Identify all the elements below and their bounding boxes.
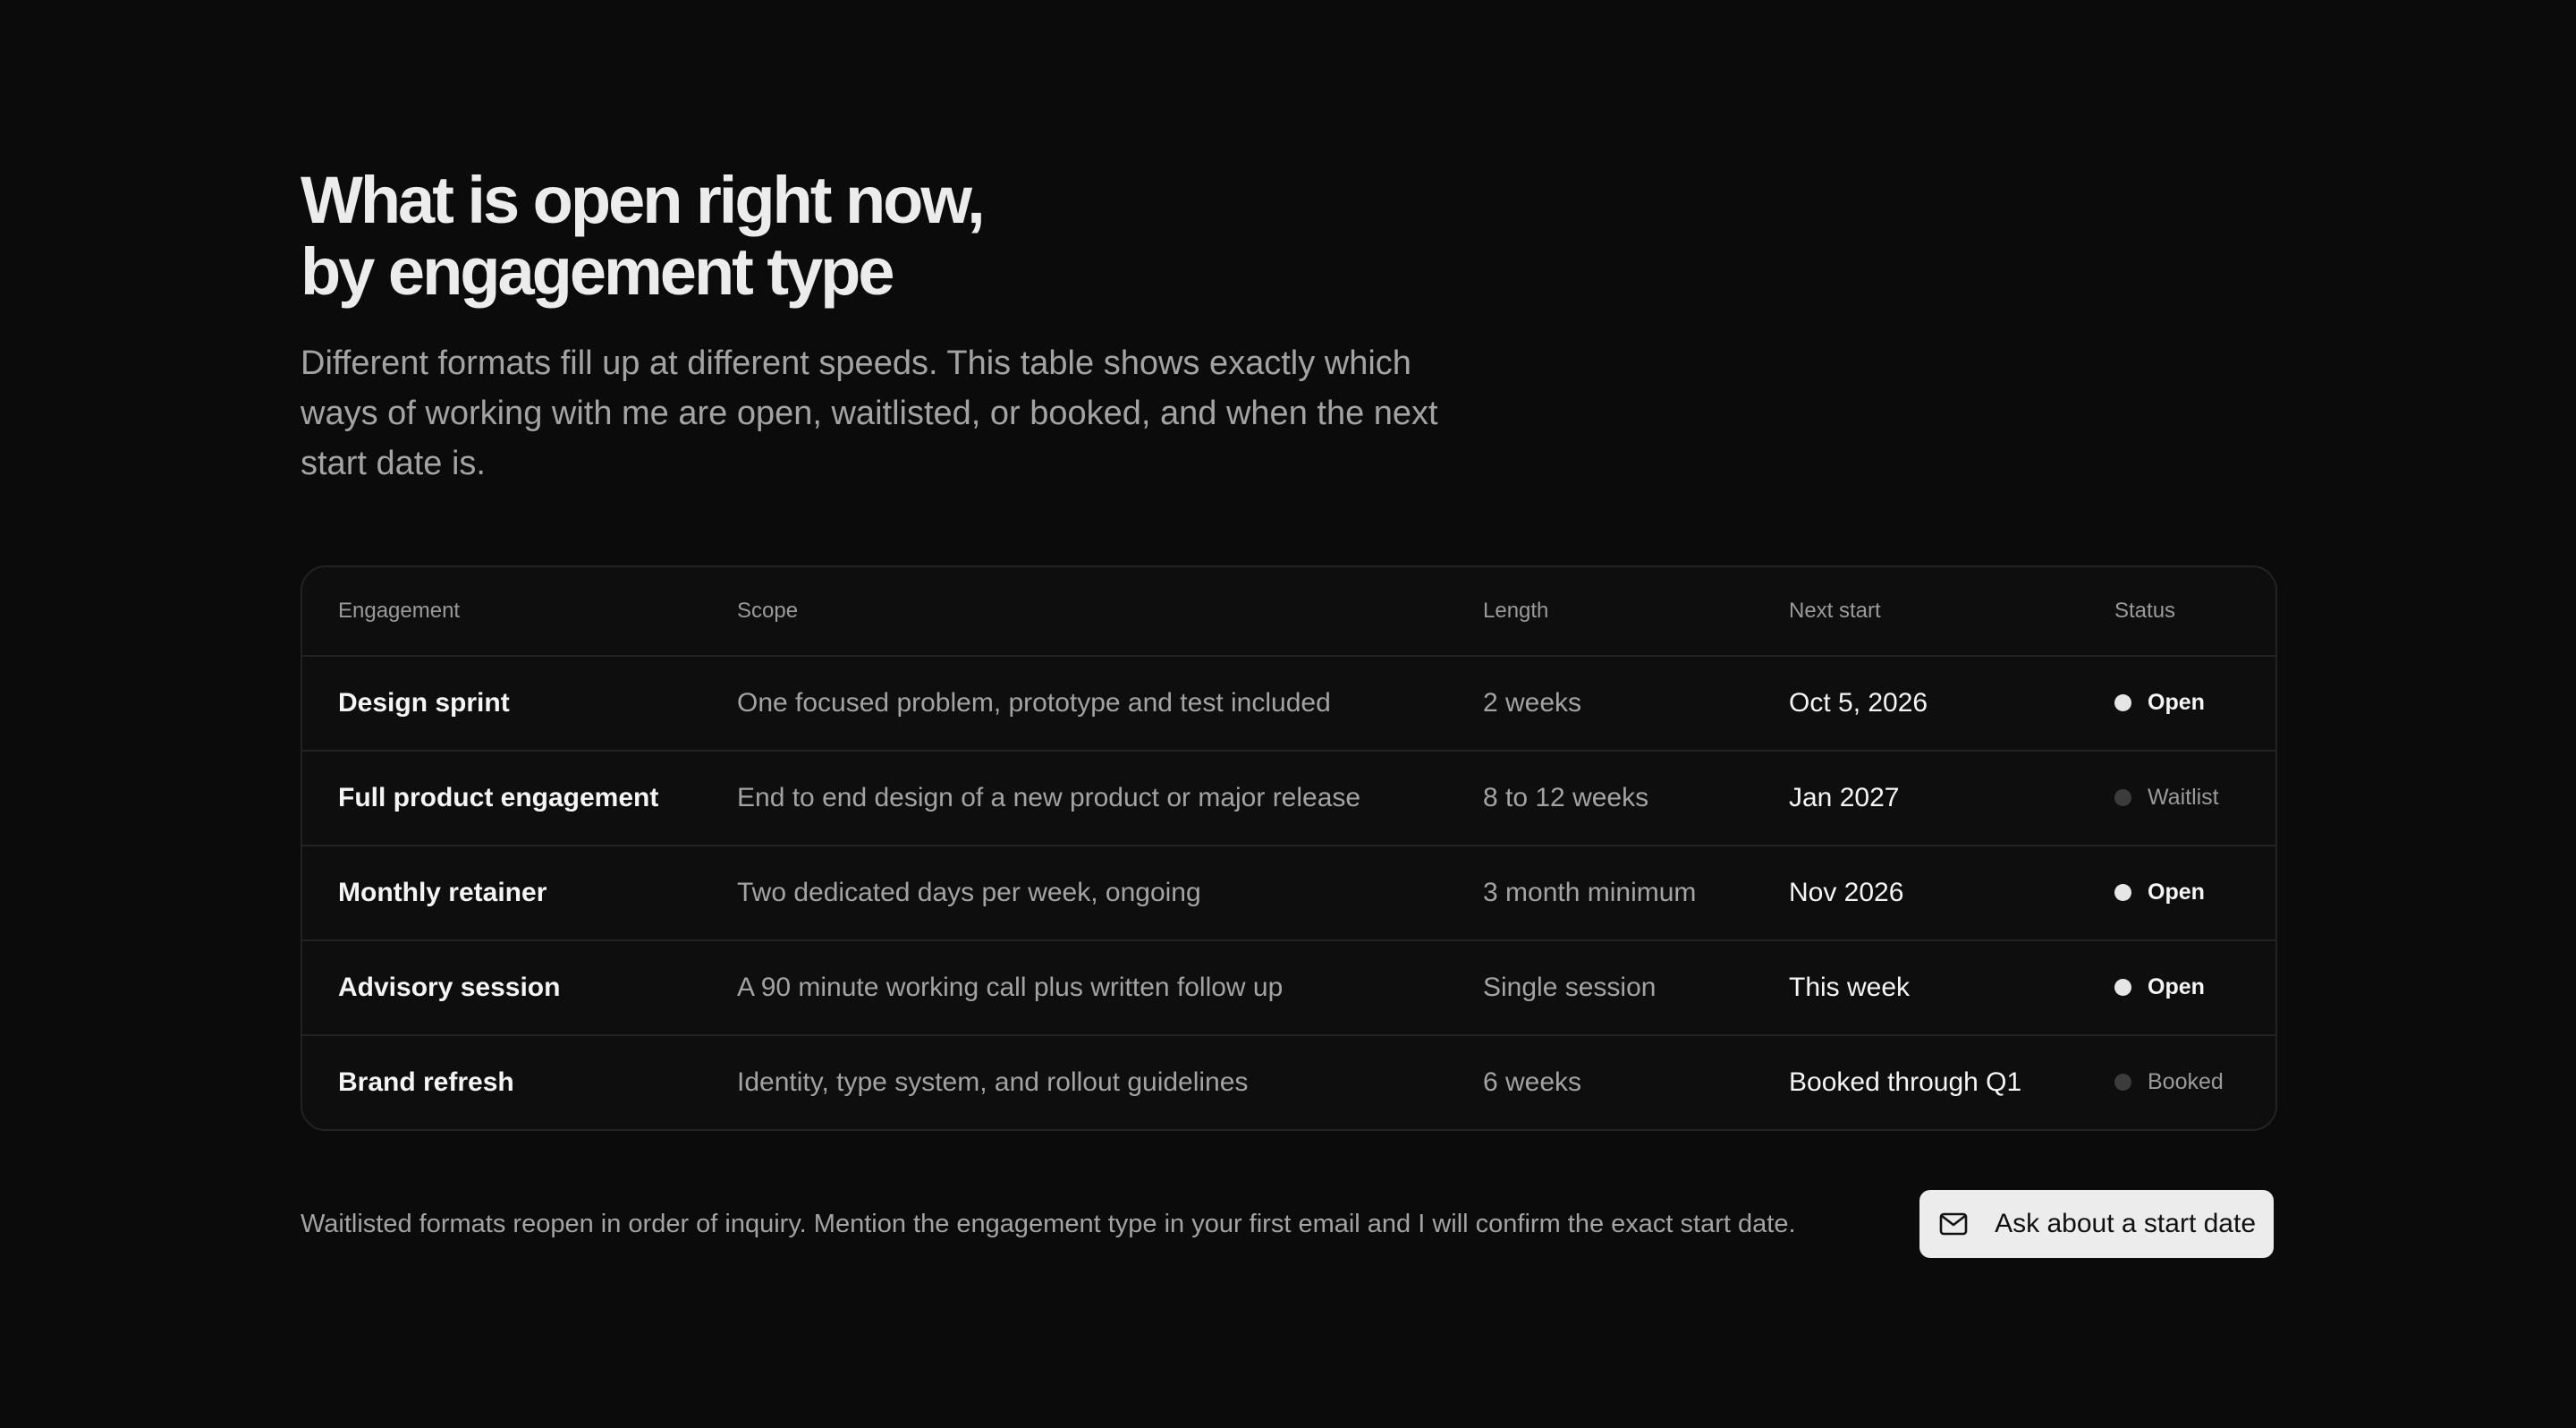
mail-icon [1939,1212,1968,1236]
next-start-cell: Booked through Q1 [1789,1067,2022,1097]
next-start-cell: Nov 2026 [1753,846,2079,941]
status-badge: Open [2114,880,2205,905]
table-row: Advisory session A 90 minute working cal… [302,940,2275,1036]
table-header-row: Engagement Scope Length Next start Statu… [302,567,2275,657]
length-cell: 6 weeks [1483,1067,1582,1097]
status-label: Open [2148,690,2205,715]
engagement-cell: Full product engagement [302,751,701,846]
status-badge: Booked [2114,1069,2224,1095]
scope-cell: Two dedicated days per week, ongoing [701,846,1447,941]
length-cell: Single session [1447,940,1753,1036]
engagement-cell: Monthly retainer [302,846,701,941]
length-cell: 2 weeks [1447,656,1753,752]
table-body: Design sprint One focused problem, proto… [302,656,2275,1129]
status-cell: Booked [2079,1035,2275,1129]
scope-cell: One focused problem, prototype and test … [701,656,1447,752]
column-header-length: Length [1447,567,1753,657]
page-title-line-1: What is open right now, [301,163,986,237]
status-cell: Open [2079,940,2275,1036]
status-dot-icon [2114,979,2131,996]
main-content: What is open right now, by engagement ty… [301,165,2277,1258]
next-start-cell: Oct 5, 2026 [1753,656,2079,752]
status-cell: Open [2079,846,2275,941]
engagement-table: Engagement Scope Length Next start Statu… [302,567,2275,1129]
next-start-cell: Jan 2027 [1753,751,2079,846]
table-row: Full product engagement End to end desig… [302,751,2275,846]
status-badge: Open [2114,974,2205,1000]
engagement-cell: Advisory session [302,940,701,1036]
table-row: Brand refresh Identity, type system, and… [302,1035,2275,1129]
status-badge: Waitlist [2114,785,2219,811]
table-row: Monthly retainer Two dedicated days per … [302,846,2275,941]
page-title-line-2: by engagement type [301,234,895,309]
status-cell: Open [2079,656,2275,752]
table-row: Design sprint One focused problem, proto… [302,656,2275,752]
engagement-cell: Design sprint [302,656,701,752]
status-label: Booked [2148,1069,2224,1094]
status-dot-icon [2114,789,2131,806]
engagement-cell: Brand refresh [338,1067,514,1097]
status-label: Waitlist [2148,785,2219,810]
status-dot-icon [2114,1074,2131,1091]
length-cell: 3 month minimum [1447,846,1753,941]
scope-cell: Identity, type system, and rollout guide… [737,1067,1249,1097]
length-cell: 8 to 12 weeks [1447,751,1753,846]
column-header-engagement: Engagement [302,567,701,657]
ask-start-date-label: Ask about a start date [1995,1209,2256,1238]
status-label: Open [2148,880,2205,905]
column-header-scope: Scope [701,567,1447,657]
page-title: What is open right now, by engagement ty… [301,165,2275,308]
status-badge: Open [2114,690,2205,716]
scope-cell: End to end design of a new product or ma… [701,751,1447,846]
table-header: Engagement Scope Length Next start Statu… [302,567,2275,657]
status-label: Open [2148,974,2205,999]
ask-start-date-button[interactable]: Ask about a start date [1919,1190,2274,1258]
scope-cell: A 90 minute working call plus written fo… [701,940,1447,1036]
intro-paragraph: Different formats fill up at different s… [301,344,1438,482]
status-cell: Waitlist [2079,751,2275,846]
column-header-next-start: Next start [1753,567,2079,657]
footer-row: Waitlisted formats reopen in order of in… [301,1190,2274,1258]
footer-note: Waitlisted formats reopen in order of in… [301,1209,1796,1238]
next-start-cell: This week [1753,940,2079,1036]
column-header-status: Status [2079,567,2275,657]
engagement-table-card: Engagement Scope Length Next start Statu… [301,565,2277,1131]
page: What is open right now, by engagement ty… [0,0,2576,1428]
status-dot-icon [2114,694,2131,711]
status-dot-icon [2114,884,2131,901]
